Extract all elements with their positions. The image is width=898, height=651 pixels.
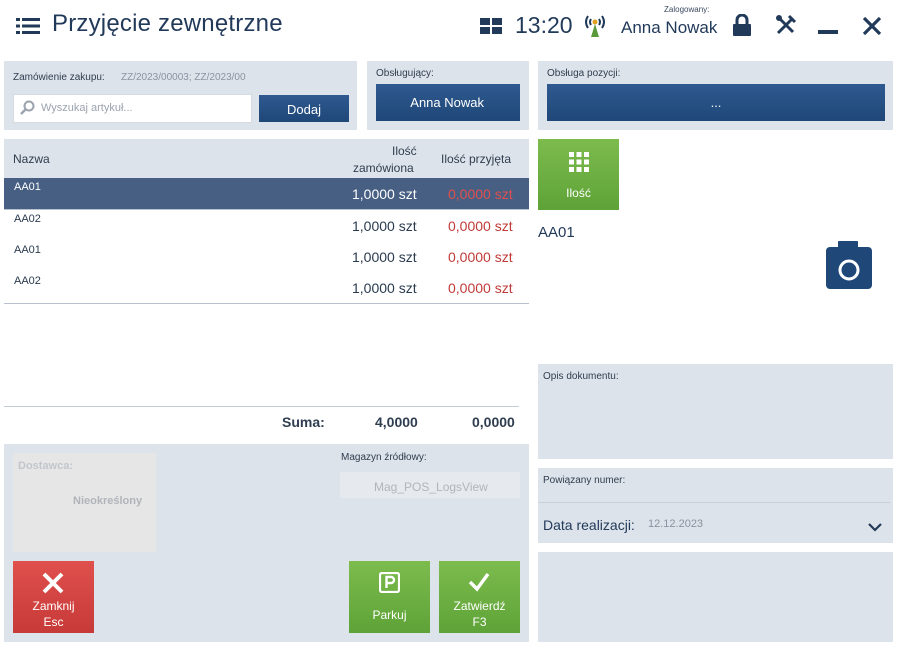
row-name: AA02 [14, 213, 41, 225]
logged-in-caption: Zalogowany: [664, 5, 710, 14]
order-caption: Zamówienie zakupu: [13, 72, 105, 83]
park-button-label: Parkuj [372, 608, 407, 622]
row-name: AA01 [14, 244, 41, 256]
close-icon[interactable] [862, 16, 882, 36]
right-bottom-panel [538, 552, 893, 642]
checkmark-icon [468, 571, 490, 598]
menu-icon[interactable] [16, 16, 40, 36]
table-row[interactable]: AA01 1,0000 szt 0,0000 szt [4, 178, 529, 210]
row-received: 0,0000 szt [448, 249, 513, 265]
search-icon [19, 100, 35, 121]
document-description-caption: Opis dokumentu: [543, 371, 619, 382]
row-ordered: 1,0000 szt [352, 218, 417, 234]
item-handling-caption: Obsługa pozycji: [547, 68, 621, 79]
sum-ordered: 4,0000 [375, 414, 418, 430]
signal-icon [584, 14, 606, 38]
realization-date-label: Data realizacji: [543, 517, 635, 533]
column-ordered-line1[interactable]: Ilość [392, 144, 417, 158]
row-name: AA02 [14, 275, 41, 287]
column-ordered-line2[interactable]: zamówiona [353, 161, 414, 175]
row-received: 0,0000 szt [448, 280, 513, 296]
parking-icon [378, 571, 401, 598]
search-placeholder: Wyszukaj artykuł... [41, 102, 133, 114]
supplier-value: Nieokreślony [73, 495, 143, 507]
close-window-button[interactable]: Zamknij Esc [13, 561, 94, 633]
confirm-button-shortcut: F3 [472, 615, 487, 629]
camera-icon[interactable] [826, 241, 872, 294]
source-warehouse-caption: Magazyn źródłowy: [341, 452, 427, 463]
source-warehouse-value: Mag_POS_LogsView [374, 480, 488, 494]
layout-grid-icon[interactable] [480, 18, 502, 34]
sum-received: 0,0000 [472, 414, 515, 430]
supplier-caption: Dostawca: [18, 460, 74, 472]
table-row[interactable]: AA02 1,0000 szt 0,0000 szt [4, 272, 529, 304]
row-name: AA01 [14, 181, 41, 193]
row-ordered: 1,0000 szt [352, 186, 417, 202]
search-input[interactable]: Wyszukaj artykuł... [13, 94, 252, 123]
row-ordered: 1,0000 szt [352, 249, 417, 265]
row-received: 0,0000 szt [448, 186, 513, 202]
order-numbers: ZZ/2023/00003; ZZ/2023/00 [121, 72, 246, 83]
page-title: Przyjęcie zewnętrzne [52, 10, 283, 37]
related-number-divider [538, 502, 890, 503]
row-received: 0,0000 szt [448, 218, 513, 234]
confirm-button[interactable]: Zatwierdź F3 [439, 561, 520, 633]
related-number-caption: Powiązany numer: [543, 475, 626, 486]
chevron-down-icon[interactable] [868, 519, 882, 537]
sum-label: Suma: [282, 414, 325, 430]
row-ordered: 1,0000 szt [352, 280, 417, 296]
selected-item-name: AA01 [538, 224, 575, 241]
realization-date-value[interactable]: 12.12.2023 [648, 518, 703, 530]
confirm-button-label: Zatwierdź [453, 599, 506, 613]
column-received[interactable]: Ilość przyjęta [441, 152, 511, 166]
quantity-button-label: Ilość [566, 186, 591, 200]
close-button-shortcut: Esc [43, 615, 64, 629]
keypad-icon [569, 152, 589, 177]
logged-user: Anna Nowak [621, 18, 718, 37]
tools-icon[interactable] [775, 14, 797, 36]
operator-caption: Obsługujący: [376, 68, 434, 79]
table-row[interactable]: AA02 1,0000 szt 0,0000 szt [4, 210, 529, 242]
add-button[interactable]: Dodaj [259, 95, 349, 122]
park-button[interactable]: Parkuj [349, 561, 430, 633]
item-handling-button[interactable]: ... [547, 84, 885, 121]
minimize-icon[interactable] [818, 30, 838, 34]
quantity-button[interactable]: Ilość [538, 139, 619, 210]
sum-divider [4, 406, 519, 407]
table-row[interactable]: AA01 1,0000 szt 0,0000 szt [4, 241, 529, 273]
column-name[interactable]: Nazwa [13, 152, 50, 166]
lock-icon[interactable] [733, 13, 751, 36]
close-x-icon [42, 572, 64, 599]
operator-button[interactable]: Anna Nowak [376, 84, 520, 121]
close-button-label: Zamknij [32, 599, 75, 613]
clock: 13:20 [515, 12, 573, 38]
